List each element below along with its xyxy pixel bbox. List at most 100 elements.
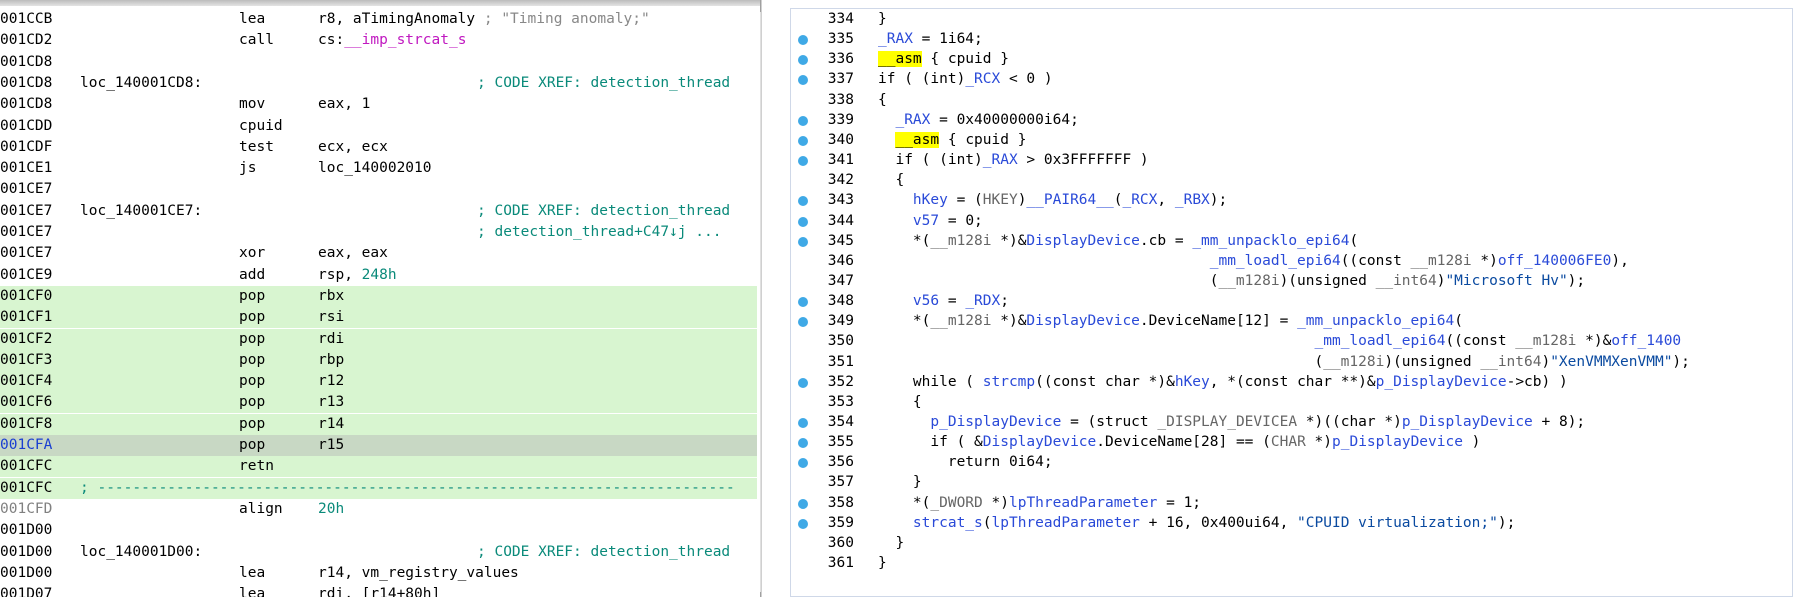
address[interactable]: 001CFC: [0, 456, 52, 477]
breakpoint-dot-icon[interactable]: [798, 518, 808, 529]
code-text[interactable]: }: [878, 472, 922, 493]
disasm-line[interactable]: 001CE7 loc_140001CE7: ; CODE XREF: detecti…: [0, 201, 757, 222]
code-label[interactable]: loc_140001CE7:: [80, 201, 202, 222]
pseudocode-line[interactable]: 361}: [790, 553, 1793, 574]
code-text[interactable]: *(_DWORD *)lpThreadParameter = 1;: [878, 493, 1201, 514]
breakpoint-dot-icon[interactable]: [798, 216, 808, 227]
identifier[interactable]: _mm_loadl_epi64: [1210, 253, 1341, 269]
pseudocode-line[interactable]: 347 (__m128i)(unsigned __int64)"Microsof…: [790, 271, 1793, 292]
disasm-line[interactable]: 001CDF test ecx, ecx: [0, 137, 757, 158]
code-text[interactable]: if ( &DisplayDevice.DeviceName[28] == (C…: [878, 432, 1480, 453]
breakpoint-dot-icon[interactable]: [798, 458, 808, 469]
disasm-line[interactable]: 001CFC ; --------------------------------…: [0, 477, 757, 499]
disasm-line[interactable]: 001CF6 pop r13: [0, 392, 757, 414]
identifier[interactable]: DisplayDevice: [1026, 233, 1140, 249]
identifier[interactable]: _mm_unpacklo_epi64: [1297, 313, 1454, 329]
operand-text[interactable]: r14: [318, 416, 344, 432]
code-text[interactable]: p_DisplayDevice = (struct _DISPLAY_DEVIC…: [878, 412, 1585, 433]
address[interactable]: 001D07: [0, 584, 52, 597]
identifier[interactable]: _RCX: [965, 71, 1000, 87]
pseudocode-line[interactable]: 334}: [790, 9, 1793, 30]
pseudocode-line[interactable]: 341 if ( (int)_RAX > 0x3FFFFFFF ): [790, 150, 1793, 171]
operand-text[interactable]: loc_140002010: [318, 160, 432, 176]
address[interactable]: 001D00: [0, 542, 52, 563]
address[interactable]: 001CE7: [0, 201, 52, 222]
pseudocode-line[interactable]: 346 _mm_loadl_epi64((const __m128i *)off…: [790, 251, 1793, 272]
address[interactable]: 001CE7: [0, 222, 52, 243]
breakpoint-dot-icon[interactable]: [798, 75, 808, 86]
disasm-line[interactable]: 001CF4 pop r12: [0, 371, 757, 393]
operand-text[interactable]: eax, 1: [318, 96, 370, 112]
breakpoint-dot-icon[interactable]: [798, 55, 808, 66]
code-text[interactable]: }: [878, 533, 904, 554]
operands[interactable]: r12: [318, 371, 344, 392]
address[interactable]: 001CF3: [0, 350, 52, 371]
address[interactable]: 001CE7: [0, 179, 52, 200]
code-text[interactable]: *(__m128i *)&DisplayDevice.cb = _mm_unpa…: [878, 231, 1358, 252]
operand-text[interactable]: r15: [318, 437, 344, 453]
pseudocode-line[interactable]: 344 v57 = 0;: [790, 211, 1793, 232]
operands[interactable]: rbx: [318, 286, 344, 307]
disasm-line[interactable]: 001CE9 add rsp, 248h: [0, 265, 757, 286]
code-text[interactable]: (__m128i)(unsigned __int64)"XenVMMXenVMM…: [878, 352, 1689, 373]
code-text[interactable]: __asm { cpuid }: [878, 130, 1026, 151]
disasm-line[interactable]: 001CF3 pop rbp: [0, 349, 757, 371]
breakpoint-dot-icon[interactable]: [798, 35, 808, 46]
address[interactable]: 001CD8: [0, 94, 52, 115]
pseudocode-line[interactable]: 353 {: [790, 392, 1793, 413]
operand-text[interactable]: rdi: [318, 331, 344, 347]
pseudocode-line[interactable]: 349 *(__m128i *)&DisplayDevice.DeviceNam…: [790, 311, 1793, 332]
address[interactable]: 001CF4: [0, 371, 52, 392]
identifier[interactable]: off_140006FE0: [1498, 253, 1612, 269]
disasm-line[interactable]: 001D00 lea r14, vm_registry_values: [0, 563, 757, 584]
address[interactable]: 001CD8: [0, 52, 52, 73]
identifier[interactable]: _RAX: [895, 112, 930, 128]
code-text[interactable]: _mm_loadl_epi64((const __m128i *)&off_14…: [878, 331, 1682, 352]
identifier[interactable]: _RAX: [983, 152, 1018, 168]
pseudocode-line[interactable]: 360 }: [790, 533, 1793, 554]
identifier[interactable]: DisplayDevice: [983, 434, 1097, 450]
identifier[interactable]: DisplayDevice: [1026, 313, 1140, 329]
disasm-line[interactable]: 001CD2 call cs:__imp_strcat_s: [0, 30, 757, 51]
address[interactable]: 001CF2: [0, 329, 52, 350]
identifier[interactable]: p_DisplayDevice: [1332, 434, 1463, 450]
operand-text[interactable]: rsi: [318, 309, 344, 325]
pseudocode-line[interactable]: 357 }: [790, 472, 1793, 493]
breakpoint-dot-icon[interactable]: [798, 236, 808, 247]
code-text[interactable]: (__m128i)(unsigned __int64)"Microsoft Hv…: [878, 271, 1585, 292]
operands[interactable]: r15: [318, 435, 344, 456]
operand-text[interactable]: r14, vm_registry_values: [318, 565, 519, 581]
address[interactable]: 001CE9: [0, 265, 52, 286]
xref-comment[interactable]: ; detection_thread+C47↓j ...: [477, 222, 721, 243]
pseudocode-line[interactable]: 354 p_DisplayDevice = (struct _DISPLAY_D…: [790, 412, 1793, 433]
breakpoint-dot-icon[interactable]: [798, 418, 808, 428]
operand-text[interactable]: ecx, ecx: [318, 139, 388, 155]
operands[interactable]: eax, eax: [318, 243, 388, 264]
operands[interactable]: rsp, 248h: [318, 265, 397, 286]
breakpoint-dot-icon[interactable]: [798, 498, 808, 509]
code-text[interactable]: __asm { cpuid }: [878, 49, 1009, 70]
disasm-line[interactable]: 001CCB lea r8, aTimingAnomaly ; "Timing an…: [0, 9, 757, 30]
code-text[interactable]: {: [878, 90, 887, 111]
address[interactable]: 001CFC: [0, 478, 52, 499]
code-text[interactable]: }: [878, 553, 887, 574]
identifier[interactable]: lpThreadParameter: [1009, 495, 1157, 511]
disasm-line[interactable]: 001CDD cpuid: [0, 116, 757, 137]
operand-text[interactable]: rbx: [318, 288, 344, 304]
code-text[interactable]: _mm_loadl_epi64((const __m128i *)off_140…: [878, 251, 1629, 272]
code-text[interactable]: v57 = 0;: [878, 211, 983, 232]
address[interactable]: 001CD2: [0, 30, 52, 51]
pseudocode-line[interactable]: 342 {: [790, 170, 1793, 191]
identifier[interactable]: p_DisplayDevice: [1376, 374, 1507, 390]
operand-text[interactable]: r8, aTimingAnomaly: [318, 11, 475, 27]
operand-text[interactable]: eax, eax: [318, 245, 388, 261]
operands[interactable]: r14: [318, 414, 344, 435]
disasm-line[interactable]: 001CFD align 20h: [0, 499, 757, 520]
pseudocode-line[interactable]: 340 __asm { cpuid }: [790, 130, 1793, 151]
disasm-line[interactable]: 001CF2 pop rdi: [0, 328, 757, 350]
address[interactable]: 001CDF: [0, 137, 52, 158]
operands[interactable]: loc_140002010: [318, 158, 432, 179]
disasm-line[interactable]: 001CF1 pop rsi: [0, 307, 757, 329]
address[interactable]: 001CF1: [0, 307, 52, 328]
operand-text[interactable]: rbp: [318, 352, 344, 368]
